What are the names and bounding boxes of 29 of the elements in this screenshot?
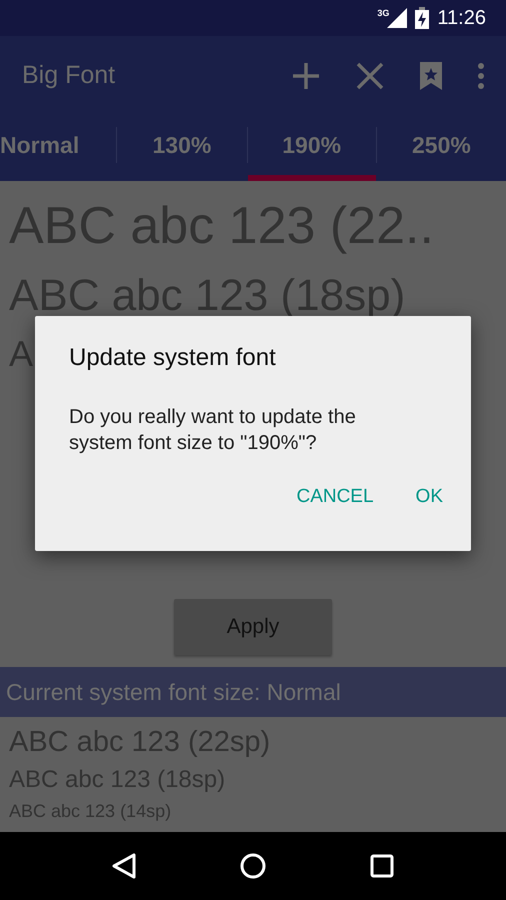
add-button[interactable] (292, 62, 320, 90)
dialog-title: Update system font (69, 344, 277, 372)
size-tab[interactable]: 130% (117, 115, 247, 181)
dialog-button[interactable]: OK (404, 478, 455, 516)
bookmark-button[interactable] (420, 62, 442, 90)
signal-icon (387, 8, 408, 28)
home-button[interactable] (240, 853, 266, 879)
clock: 11:26 (437, 6, 486, 30)
back-button[interactable] (112, 853, 136, 879)
plus-icon (292, 62, 320, 90)
size-tab[interactable]: Normal (0, 115, 116, 181)
more-icon (478, 62, 484, 88)
dialog-message: Do you really want to update the system font size to "190%"? (69, 405, 357, 456)
size-tab[interactable]: 250% (376, 115, 506, 181)
current-size-bar: Current system font size: Normal (0, 667, 506, 717)
app-title: Big Font (22, 61, 116, 90)
apply-button[interactable]: Apply (174, 598, 332, 654)
size-tab[interactable]: 190% (248, 115, 376, 181)
star-bookmark-icon (420, 62, 442, 90)
more-button[interactable] (478, 62, 484, 88)
recents-icon (370, 854, 394, 878)
home-icon (240, 853, 266, 879)
close-icon (356, 62, 384, 90)
network-type: 3G (377, 8, 390, 18)
dialog-button[interactable]: CANCEL (284, 478, 386, 516)
close-button[interactable] (356, 62, 384, 90)
back-icon (112, 853, 136, 879)
recents-button[interactable] (370, 854, 394, 878)
battery-charging-icon (415, 7, 430, 29)
